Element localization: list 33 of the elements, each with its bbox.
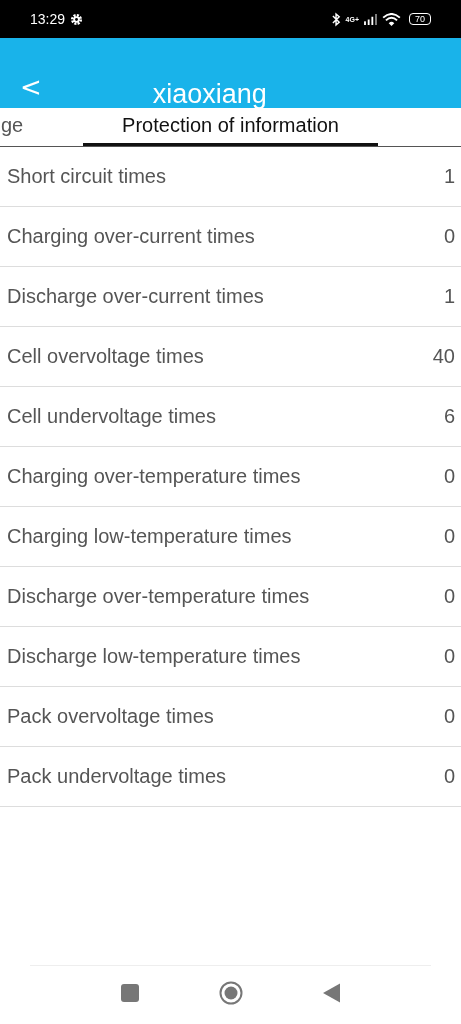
- row-label: Cell overvoltage times: [7, 345, 204, 368]
- bluetooth-icon: [331, 11, 341, 27]
- row-value: 0: [443, 525, 455, 548]
- page-title: xiaoxiang: [152, 80, 267, 108]
- row-label: Discharge low-temperature times: [7, 645, 301, 668]
- status-time: 13:29: [30, 11, 66, 27]
- row-value: 0: [443, 705, 455, 728]
- row-value: 6: [443, 405, 455, 428]
- back-icon[interactable]: [323, 983, 340, 1003]
- gear-icon: [70, 12, 84, 26]
- row-value: 40: [432, 345, 455, 368]
- row-value: 0: [443, 465, 455, 488]
- row-value: 1: [443, 165, 455, 188]
- row-value: 0: [443, 585, 455, 608]
- row-label: Discharge over-temperature times: [7, 585, 310, 608]
- battery-indicator: 70: [409, 13, 431, 25]
- signal-icon: [364, 13, 377, 25]
- row-label: Charging over-temperature times: [7, 465, 301, 488]
- row-label: Charging over-current times: [7, 225, 255, 248]
- home-icon[interactable]: [219, 981, 243, 1005]
- row-label: Discharge over-current times: [7, 285, 264, 308]
- row-label: Pack overvoltage times: [7, 705, 214, 728]
- tab[interactable]: Protection of information: [83, 108, 378, 146]
- tab[interactable]: ge: [0, 108, 83, 146]
- row-value: 0: [443, 225, 455, 248]
- row-value: 1: [443, 285, 455, 308]
- row-value: 0: [443, 765, 455, 788]
- row-label: Charging low-temperature times: [7, 525, 292, 548]
- row-label: Pack undervoltage times: [7, 765, 226, 788]
- row-label: Cell undervoltage times: [7, 405, 216, 428]
- wifi-icon: [382, 12, 401, 26]
- row-value: 0: [443, 645, 455, 668]
- row-label: Short circuit times: [7, 165, 166, 188]
